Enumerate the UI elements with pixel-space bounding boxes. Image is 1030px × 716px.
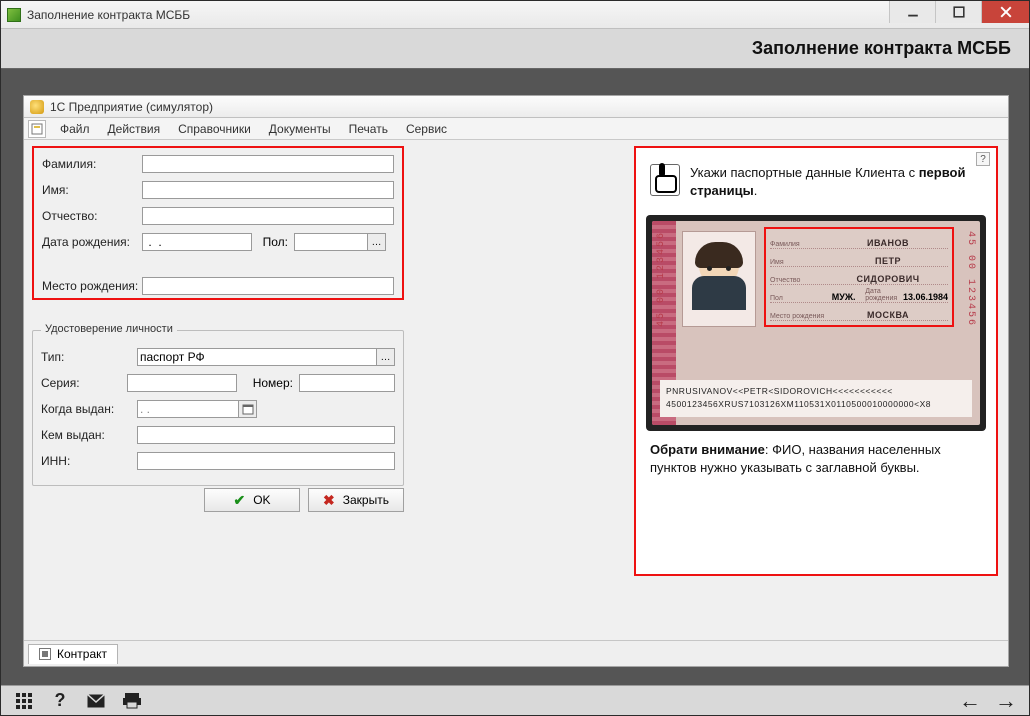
toolbar-icon[interactable] bbox=[28, 120, 46, 138]
help-icon[interactable]: ? bbox=[51, 692, 69, 710]
label-birthdate: Дата рождения: bbox=[42, 235, 142, 249]
label-issuedwhen: Когда выдан: bbox=[41, 402, 137, 416]
tab-contract-label: Контракт bbox=[57, 647, 107, 661]
menu-actions[interactable]: Действия bbox=[100, 120, 169, 138]
page-header: Заполнение контракта МСББ bbox=[1, 29, 1029, 69]
print-icon[interactable] bbox=[123, 692, 141, 710]
label-issuedby: Кем выдан: bbox=[41, 428, 137, 442]
titlebar: Заполнение контракта МСББ bbox=[1, 1, 1029, 29]
apps-grid-icon[interactable] bbox=[15, 692, 33, 710]
passport-mrz: PNRUSIVANOV<<PETR<SIDOROVICH<<<<<<<<<<< … bbox=[660, 380, 972, 417]
close-label: Закрыть bbox=[343, 493, 389, 507]
sex-select[interactable]: … bbox=[294, 233, 386, 251]
onec-icon bbox=[30, 100, 44, 114]
label-name: Имя: bbox=[42, 183, 142, 197]
series-input[interactable] bbox=[127, 374, 237, 392]
label-inn: ИНН: bbox=[41, 454, 137, 468]
close-form-button[interactable]: ✖ Закрыть bbox=[308, 488, 404, 512]
label-idtype: Тип: bbox=[41, 350, 137, 364]
help-question-icon[interactable]: ? bbox=[976, 152, 990, 166]
issuedwhen-field[interactable]: . . bbox=[137, 400, 257, 418]
label-surname: Фамилия: bbox=[42, 157, 142, 171]
ok-label: OK bbox=[253, 493, 270, 507]
subwindow-title: 1С Предприятие (симулятор) bbox=[50, 100, 213, 114]
mail-icon[interactable] bbox=[87, 692, 105, 710]
passport-number-right: 45 00 123456 bbox=[965, 231, 976, 327]
help-panel: ? Укажи паспортные данные Клиента с перв… bbox=[634, 146, 998, 576]
inn-input[interactable] bbox=[137, 452, 395, 470]
menu-print[interactable]: Печать bbox=[341, 120, 396, 138]
label-series: Серия: bbox=[41, 376, 127, 390]
maximize-button[interactable] bbox=[935, 1, 981, 23]
check-icon: ✔ bbox=[233, 492, 245, 509]
surname-input[interactable] bbox=[142, 155, 394, 173]
passport-number-left: 45 00 123456 bbox=[656, 231, 667, 327]
document-icon bbox=[39, 648, 51, 660]
close-button[interactable] bbox=[981, 1, 1029, 23]
x-icon: ✖ bbox=[323, 492, 335, 509]
nav-forward-icon[interactable]: → bbox=[997, 692, 1015, 710]
label-patronymic: Отчество: bbox=[42, 209, 142, 223]
subwindow-titlebar: 1С Предприятие (симулятор) bbox=[24, 96, 1008, 118]
window-title: Заполнение контракта МСББ bbox=[27, 8, 190, 22]
label-birthplace: Место рождения: bbox=[42, 279, 142, 293]
help-note: Обрати внимание: ФИО, названия населенны… bbox=[636, 431, 996, 487]
menu-refs[interactable]: Справочники bbox=[170, 120, 259, 138]
patronymic-input[interactable] bbox=[142, 207, 394, 225]
menu-docs[interactable]: Документы bbox=[261, 120, 339, 138]
tab-strip: Контракт bbox=[24, 640, 1008, 666]
menu-service[interactable]: Сервис bbox=[398, 120, 455, 138]
calendar-icon[interactable] bbox=[238, 401, 256, 417]
birthdate-input[interactable] bbox=[142, 233, 252, 251]
nav-back-icon[interactable]: ← bbox=[961, 692, 979, 710]
issuedby-input[interactable] bbox=[137, 426, 395, 444]
minimize-button[interactable] bbox=[889, 1, 935, 23]
help-text: Укажи паспортные данные Клиента с первой… bbox=[690, 164, 982, 199]
issuedwhen-value: . . bbox=[138, 401, 238, 417]
idtype-value: паспорт РФ bbox=[138, 349, 376, 365]
pointer-hand-icon bbox=[650, 164, 680, 196]
identity-group: Удостоверение личности Тип: паспорт РФ …… bbox=[32, 330, 404, 486]
passport-fields-highlight: ФамилияИВАНОВ ИмяПЕТР ОтчествоСИДОРОВИЧ … bbox=[764, 227, 954, 327]
identity-legend: Удостоверение личности bbox=[41, 323, 177, 335]
bottom-toolbar: ? ← → bbox=[1, 685, 1029, 715]
tab-contract[interactable]: Контракт bbox=[28, 644, 118, 664]
personal-data-block: Фамилия: Имя: Отчество: Дата рождения: bbox=[32, 146, 404, 300]
label-number: Номер: bbox=[243, 376, 293, 390]
idtype-select[interactable]: паспорт РФ … bbox=[137, 348, 395, 366]
menubar: Файл Действия Справочники Документы Печа… bbox=[24, 118, 1008, 140]
subwindow: 1С Предприятие (симулятор) Файл Действия… bbox=[23, 95, 1009, 667]
idtype-dropdown-icon[interactable]: … bbox=[376, 349, 394, 365]
app-icon bbox=[7, 8, 21, 22]
ok-button[interactable]: ✔ OK bbox=[204, 488, 300, 512]
menu-file[interactable]: Файл bbox=[52, 120, 98, 138]
sex-dropdown-icon[interactable]: … bbox=[367, 234, 385, 250]
birthplace-input[interactable] bbox=[142, 277, 394, 295]
label-sex: Пол: bbox=[252, 235, 288, 249]
sex-value bbox=[295, 234, 367, 250]
name-input[interactable] bbox=[142, 181, 394, 199]
passport-photo bbox=[682, 231, 756, 327]
number-input[interactable] bbox=[299, 374, 395, 392]
passport-image: 45 00 123456 45 00 123456 ФамилияИВАНОВ bbox=[646, 215, 986, 431]
